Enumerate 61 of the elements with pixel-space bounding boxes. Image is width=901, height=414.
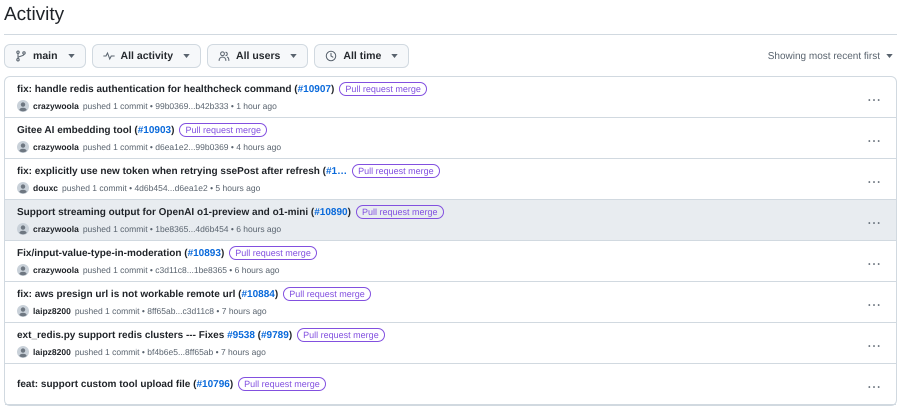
- commit-title: ext_redis.py support redis clusters --- Fixes #9538 (#9789): [17, 330, 292, 340]
- user-link[interactable]: crazywoola: [33, 142, 79, 152]
- filter-button[interactable]: main: [4, 44, 86, 68]
- filter-button[interactable]: All users: [207, 44, 308, 68]
- merge-label: Pull request merge: [238, 377, 326, 391]
- commit-title: fix: explicitly use new token when retrying ssePost after refresh (#1…: [17, 166, 348, 176]
- people-icon: [218, 50, 230, 62]
- pull-request-link[interactable]: #9789: [261, 330, 289, 340]
- merge-label: Pull request merge: [356, 205, 444, 219]
- merge-label: Pull request merge: [352, 164, 440, 178]
- push-details: pushed 1 commit • 4d6b454...d6ea1e2 • 5 hours ago: [62, 183, 260, 193]
- clock-icon: [325, 50, 338, 62]
- avatar-icon: [17, 264, 29, 276]
- merge-label: Pull request merge: [339, 82, 427, 96]
- push-details: pushed 1 commit • d6ea1e2...99b0369 • 4 hours ago: [82, 142, 282, 152]
- merge-label: Pull request merge: [179, 123, 268, 137]
- push-details: pushed 1 commit • bf4b6e5...8ff65ab • 7 hours ago: [74, 347, 266, 357]
- push-details: pushed 1 commit • 8ff65ab...c3d11c8 • 7 hours ago: [74, 306, 267, 316]
- avatar-icon: [17, 223, 29, 235]
- filter-button[interactable]: All time: [314, 44, 410, 68]
- commit-title: fix: handle redis authentication for healthcheck command (#10907): [17, 84, 334, 94]
- caret-icon: [183, 54, 190, 58]
- push-details: pushed 1 commit • 99b0369...b42b333 • 1 hour ago: [82, 101, 277, 111]
- merge-label: Pull request merge: [229, 246, 317, 260]
- pull-request-link[interactable]: #10893: [188, 248, 221, 258]
- user-link[interactable]: crazywoola: [33, 101, 79, 111]
- pulse-icon: [102, 50, 115, 62]
- push-details: pushed 1 commit • 1be8365...4d6b454 • 6 hours ago: [82, 224, 282, 234]
- branch-icon: [15, 50, 27, 62]
- caret-icon: [886, 54, 893, 58]
- caret-icon: [391, 54, 398, 58]
- page-title: Activity: [4, 0, 897, 35]
- avatar-icon: [17, 100, 29, 112]
- commit-title: feat: support custom tool upload file (#10796): [17, 378, 234, 390]
- pull-request-link[interactable]: #10890: [314, 206, 348, 218]
- avatar-icon: [17, 305, 29, 317]
- avatar-icon: [17, 182, 29, 194]
- pull-request-link[interactable]: #10907: [298, 84, 331, 94]
- avatar-icon: [17, 141, 29, 153]
- pull-request-link[interactable]: #1…: [326, 166, 348, 176]
- caret-icon: [290, 54, 298, 58]
- caret-icon: [68, 54, 75, 58]
- avatar-icon: [17, 346, 29, 358]
- user-link[interactable]: laipz8200: [33, 306, 71, 316]
- pull-request-link[interactable]: #9538: [227, 330, 255, 340]
- merge-label: Pull request merge: [297, 328, 385, 342]
- pull-request-link[interactable]: #10903: [138, 124, 172, 136]
- merge-label: Pull request merge: [283, 287, 371, 301]
- user-link[interactable]: douxc: [33, 183, 58, 193]
- commit-title: Fix/input-value-type-in-moderation (#10893): [17, 248, 224, 258]
- commit-title: Gitee AI embedding tool (#10903): [17, 124, 174, 136]
- commit-title: fix: aws presign url is not workable remote url (#10884): [17, 288, 278, 300]
- push-details: pushed 1 commit • c3d11c8...1be8365 • 6 hours ago: [82, 265, 280, 275]
- commit-title: Support streaming output for OpenAI o1-preview and o1-mini (#10890): [17, 206, 351, 218]
- filter-button[interactable]: All activity: [92, 44, 202, 68]
- user-link[interactable]: laipz8200: [33, 347, 71, 357]
- pull-request-link[interactable]: #10796: [196, 378, 230, 390]
- pull-request-link[interactable]: #10884: [242, 288, 275, 300]
- user-link[interactable]: crazywoola: [33, 224, 79, 234]
- user-link[interactable]: crazywoola: [33, 265, 79, 275]
- sort-dropdown[interactable]: Showing most recent first: [764, 50, 897, 62]
